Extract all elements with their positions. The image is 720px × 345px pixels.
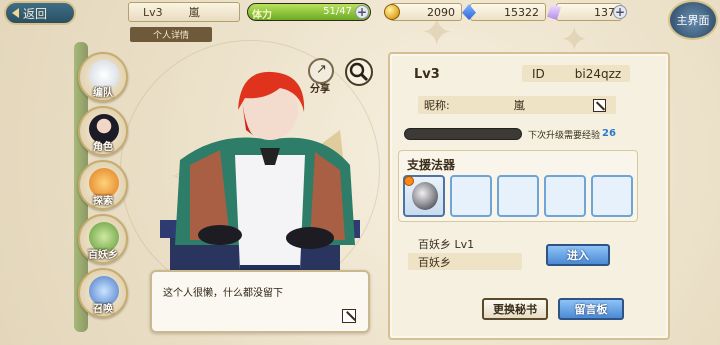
exp-value: 26: [602, 128, 616, 139]
nav-item-team[interactable]: 编队: [78, 52, 128, 102]
player-level-box: Lv3 嵐: [128, 2, 240, 22]
exp-bar: [404, 128, 522, 140]
change-secretary-label: 更换秘书: [493, 303, 537, 316]
artifact-slot-1[interactable]: [403, 175, 445, 217]
message-board-button[interactable]: 留言板: [558, 298, 624, 320]
nav-item-character[interactable]: 角色: [78, 106, 128, 156]
rarity-badge-icon: [404, 176, 414, 186]
village-name: 百妖乡: [418, 255, 451, 269]
stamina-bar: 体力 51/47: [247, 3, 371, 21]
artifact-slot-4[interactable]: [544, 175, 586, 217]
exp-label: 下次升级需要经验: [528, 131, 601, 141]
id-label: ID: [532, 66, 545, 81]
nav-item-village[interactable]: 百妖乡: [78, 214, 128, 264]
back-arrow-icon: [12, 8, 19, 18]
nickname-label: 昵称:: [424, 99, 450, 112]
nav-label: 百妖乡: [88, 250, 118, 261]
nav-label: 探索: [93, 196, 113, 207]
top-bar: 返回 Lv3 嵐 体力 51/47 + 2090 15322 137 + 主界面: [0, 0, 720, 40]
gold-display: 2090: [390, 3, 462, 21]
support-artifact-section: 支援法器: [398, 150, 638, 222]
edit-signature-icon[interactable]: [342, 309, 356, 323]
village-name-box: 百妖乡: [408, 253, 522, 270]
village-level: 百妖乡 Lv1: [418, 238, 475, 251]
signature-box[interactable]: 这个人很懒，什么都没留下: [150, 270, 370, 333]
gem-value: 15322: [504, 5, 539, 19]
artifact-slot-2[interactable]: [450, 175, 492, 217]
coin-icon: [384, 4, 400, 20]
back-label: 返回: [23, 6, 48, 21]
back-button[interactable]: 返回: [4, 1, 76, 25]
stamina-label: 体力: [252, 10, 272, 21]
message-board-label: 留言板: [574, 303, 608, 316]
page-title: 个人详情: [130, 27, 212, 42]
change-secretary-button[interactable]: 更换秘书: [482, 298, 548, 320]
nav-label: 编队: [93, 88, 113, 99]
main-menu-button[interactable]: 主界面: [668, 0, 718, 40]
nav-item-explore[interactable]: 探索: [78, 160, 128, 210]
id-box: ID bi24qzz: [522, 65, 630, 82]
artifact-slot-3[interactable]: [497, 175, 539, 217]
add-crystal-button[interactable]: +: [613, 5, 627, 19]
nickname-box: 昵称: 嵐: [418, 96, 616, 114]
artifact-slot-5[interactable]: [591, 175, 633, 217]
artifact-icon: [412, 182, 438, 210]
nickname-value: 嵐: [513, 99, 525, 112]
profile-panel: Lv3 ID bi24qzz 昵称: 嵐 下次升级需要经验 26 支援法器 百妖…: [388, 52, 670, 340]
signature-text: 这个人很懒，什么都没留下: [163, 288, 283, 299]
nav-label: 角色: [93, 142, 113, 153]
main-menu-label: 主界面: [676, 14, 710, 27]
id-value: bi24qzz: [574, 66, 622, 81]
edit-nickname-icon[interactable]: [593, 99, 606, 112]
nav-label: 召唤: [93, 304, 113, 315]
stamina-value: 51/47: [323, 6, 352, 17]
gold-value: 2090: [427, 5, 455, 19]
player-level: Lv3: [143, 5, 163, 19]
gem-display: 15322: [470, 3, 546, 21]
add-stamina-button[interactable]: +: [355, 5, 369, 19]
enter-village-button[interactable]: 进入: [546, 244, 610, 266]
enter-label: 进入: [567, 249, 589, 262]
support-title: 支援法器: [407, 158, 456, 172]
player-name: 嵐: [188, 6, 200, 19]
nav-item-summon[interactable]: 召唤: [78, 268, 128, 318]
crystal-value: 137: [594, 5, 615, 19]
profile-level: Lv3: [414, 67, 440, 82]
